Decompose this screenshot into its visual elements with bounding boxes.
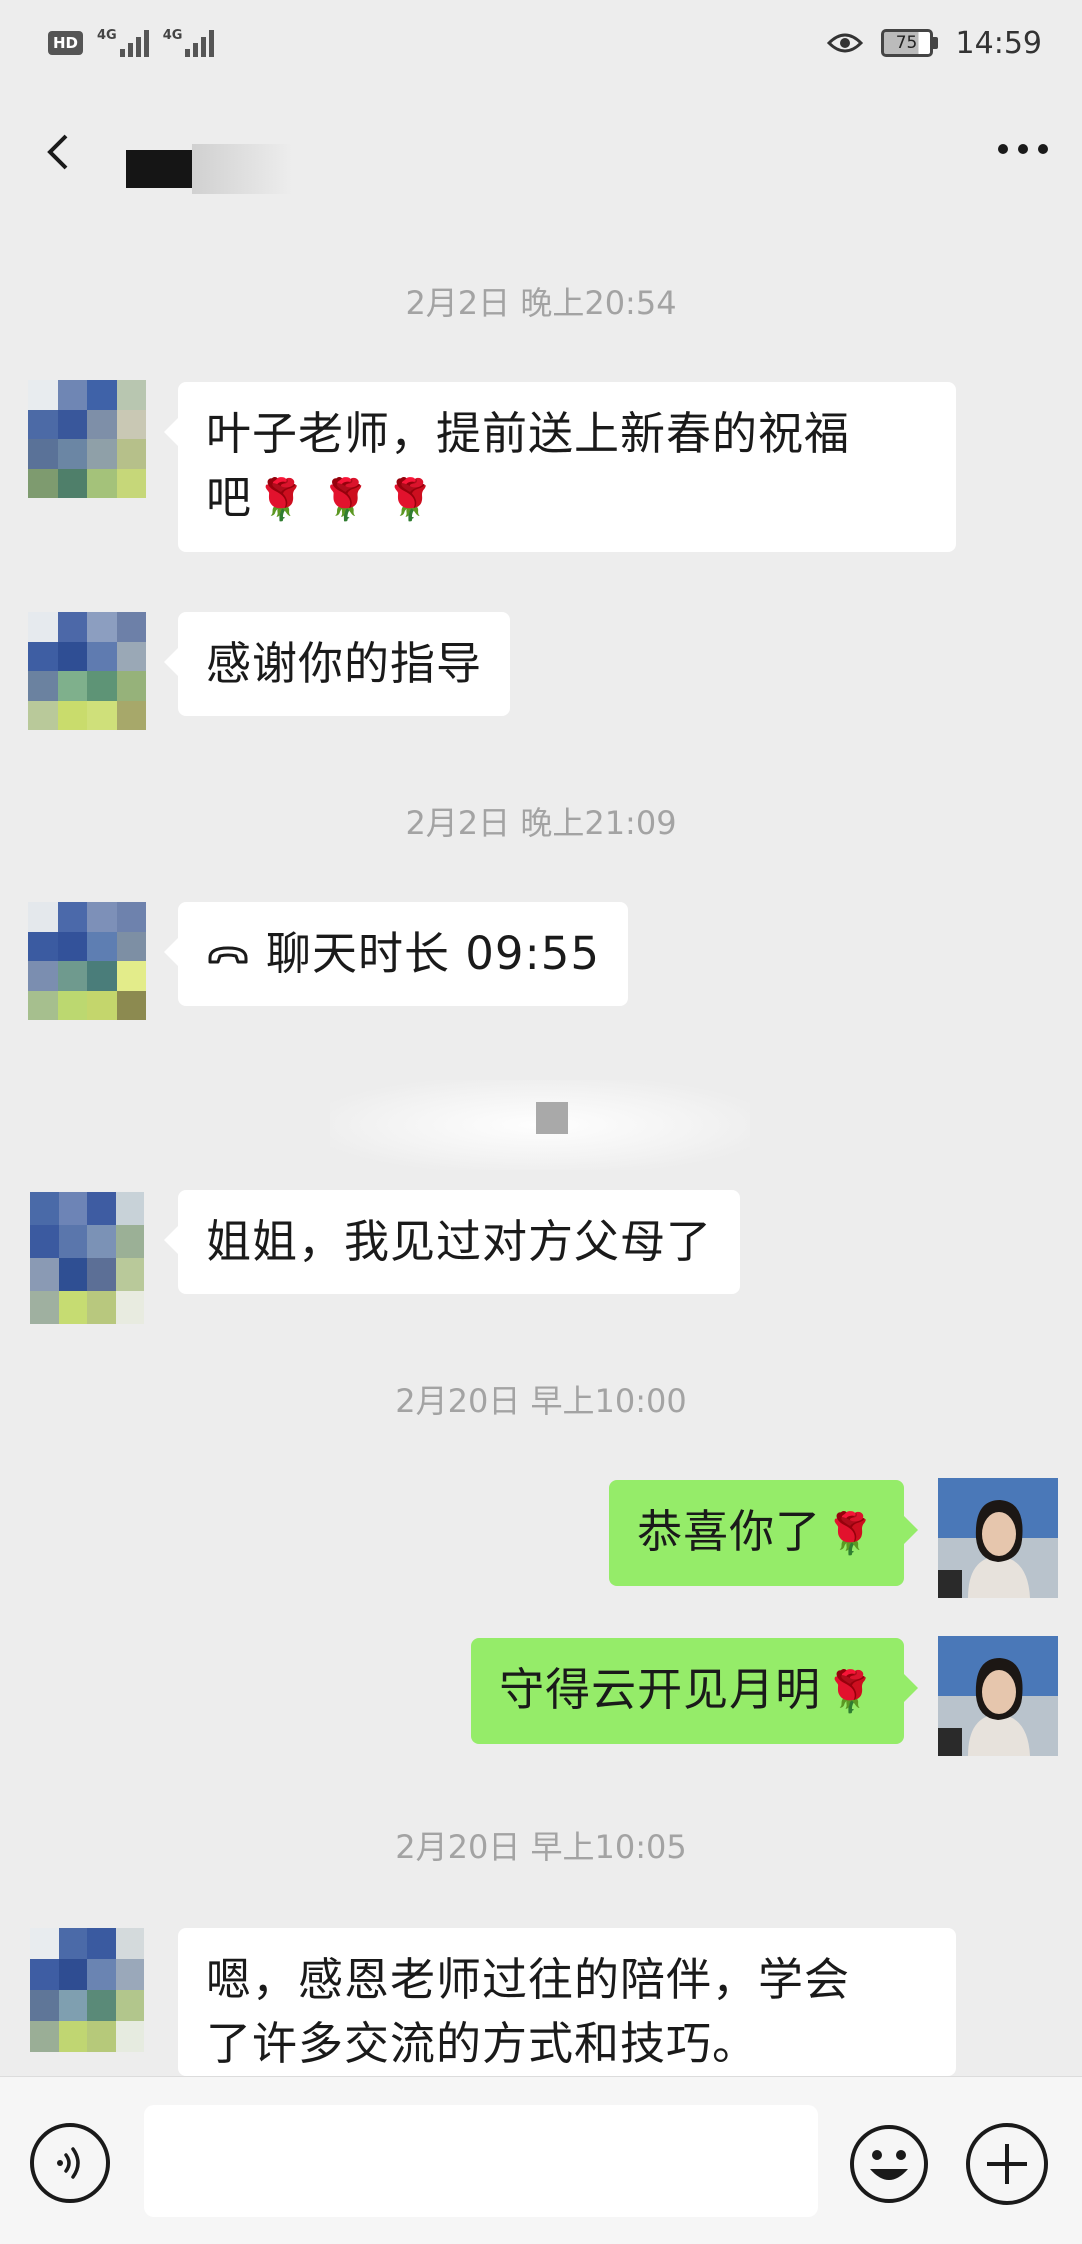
voice-icon: [57, 2147, 80, 2179]
message-bubble[interactable]: 嗯，感恩老师过往的陪伴，学会 了许多交流的方式和技巧。: [178, 1928, 956, 2076]
signal-bars-icon: [119, 29, 149, 57]
back-button[interactable]: [30, 122, 90, 182]
signal-1: 4G: [97, 29, 149, 57]
timestamp: 2月2日 晚上20:54: [405, 284, 677, 322]
message-text: 守得云开见月明: [499, 1663, 822, 1716]
chevron-left-icon: [47, 134, 68, 170]
message-text: 吧: [206, 471, 253, 524]
timestamp: 2月20日 早上10:00: [395, 1382, 687, 1420]
message-text: 叶子老师，提前送上新春的祝福: [206, 407, 851, 460]
redacted-area-mark: [536, 1102, 568, 1134]
network-type-1: 4G: [97, 28, 117, 43]
my-avatar[interactable]: [938, 1478, 1058, 1598]
message-text: 恭喜你了: [637, 1505, 822, 1558]
message-bubble[interactable]: 叶子老师，提前送上新春的祝福 吧 🌹 🌹 🌹: [164, 382, 956, 552]
message-text: 姐姐，我见过对方父母了: [206, 1215, 713, 1268]
battery-icon: 75: [880, 29, 938, 57]
chat-header: [0, 100, 1082, 210]
hd-badge: HD: [48, 31, 84, 55]
my-avatar[interactable]: [938, 1636, 1058, 1756]
message-bubble[interactable]: 感谢你的指导: [163, 612, 511, 716]
network-type-2: 4G: [162, 28, 183, 43]
status-left: HD 4G 4G: [48, 29, 215, 57]
rose-emoji: 🌹 🌹 🌹: [256, 477, 436, 523]
message-input[interactable]: [144, 2105, 818, 2217]
call-duration-text: 聊天时长 09:55: [266, 927, 600, 980]
battery-level: 75: [895, 33, 918, 53]
contact-name-redacted: [126, 150, 192, 188]
timestamp: 2月20日 早上10:05: [395, 1828, 687, 1866]
plus-button[interactable]: [966, 2123, 1048, 2205]
signal-bars-icon: [185, 29, 215, 57]
contact-avatar[interactable]: [30, 1928, 144, 2052]
message-text: 了许多交流的方式和技巧。: [206, 2017, 759, 2070]
contact-avatar[interactable]: [28, 380, 146, 498]
signal-2: 4G: [163, 29, 215, 57]
emoji-icon: [850, 2125, 928, 2203]
emoji-button[interactable]: [848, 2123, 930, 2205]
input-bar: [0, 2076, 1082, 2244]
timestamp: 2月2日 晚上21:09: [405, 804, 677, 842]
more-options-button[interactable]: [998, 144, 1048, 154]
rose-emoji: 🌹: [825, 1669, 876, 1715]
eye-icon: [826, 33, 863, 53]
status-right: 75 14:59: [826, 25, 1042, 61]
message-bubble[interactable]: 姐姐，我见过对方父母了: [163, 1190, 741, 1294]
clock: 14:59: [955, 25, 1042, 61]
call-record-bubble[interactable]: 聊天时长 09:55: [164, 902, 628, 1006]
rose-emoji: 🌹: [825, 1511, 876, 1557]
contact-name-redacted-blur: [192, 144, 292, 194]
voice-input-button[interactable]: [30, 2123, 110, 2203]
message-text: 感谢你的指导: [206, 637, 483, 690]
phone-hangup-icon: [208, 946, 248, 964]
contact-avatar[interactable]: [30, 1192, 144, 1324]
message-text: 嗯，感恩老师过往的陪伴，学会: [206, 1953, 851, 2006]
contact-avatar[interactable]: [28, 902, 146, 1020]
contact-avatar[interactable]: [28, 612, 146, 730]
message-bubble-sent[interactable]: 恭喜你了 🌹: [609, 1480, 918, 1586]
message-bubble-sent[interactable]: 守得云开见月明 🌹: [471, 1638, 918, 1744]
status-bar: HD 4G 4G 75 14:59: [0, 0, 1082, 86]
